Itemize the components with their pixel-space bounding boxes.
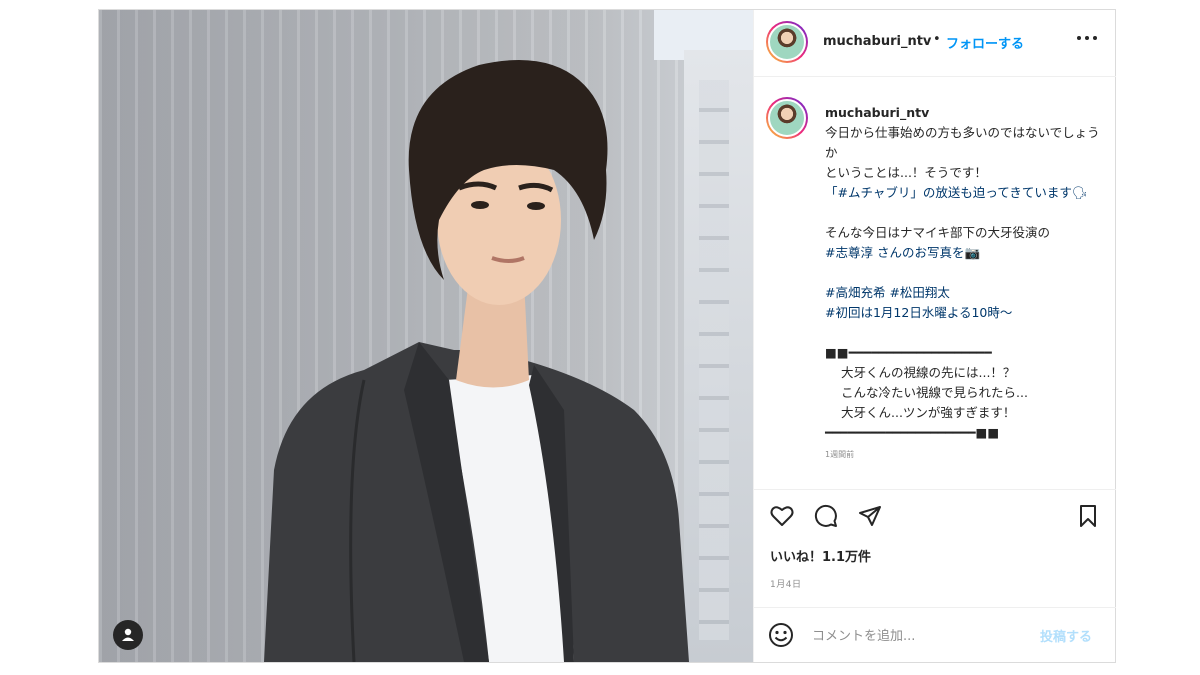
caption-line: 「#ムチャブリ」の放送も迫ってきています🗣 [825,185,1088,200]
instagram-post: muchaburi_ntv • フォローする muchaburi_ntv 今日か… [98,9,1116,663]
bookmark-icon[interactable] [1074,502,1102,530]
caption-gap [825,263,1105,283]
caption-line: #高畑充希 #松田翔太 [825,285,950,300]
caption-timestamp: 1週間前 [825,450,855,459]
header-separator: • [933,32,941,47]
caption-line: 大牙くん...ツンが強すぎます！ [841,405,1016,420]
caption-line: そんな今日はナマイキ部下の大牙役演の [825,225,1051,240]
avatar[interactable] [766,21,808,63]
comment-bar: 投稿する [754,607,1116,663]
caption-gap [825,203,1105,223]
smiley-icon[interactable] [768,622,794,648]
person-icon[interactable] [113,620,143,650]
action-bar: いいね！1.1万件 1月4日 [754,489,1116,606]
caption-username[interactable]: muchaburi_ntv [825,103,1105,123]
caption-area: muchaburi_ntv 今日から仕事始めの方も多いのではないでしょうかという… [754,77,1116,489]
caption-line: こんな冷たい視線で見られたら... [841,385,1028,400]
paper-plane-icon[interactable] [856,502,884,530]
post-header: muchaburi_ntv • フォローする [754,10,1116,77]
caption-avatar[interactable] [766,97,808,139]
caption-line: #初回は1月12日水曜よる10時〜 [825,305,1013,320]
caption-line: ━━━━━━━━━━━━━━━━━━━━■■ [825,425,1000,440]
comment-icon[interactable] [812,502,840,530]
caption-gap [825,323,1105,343]
caption-line: #志尊淳 さんのお写真を📷 [825,245,981,260]
more-horizontal-icon[interactable] [1076,35,1098,41]
photo-person [264,60,689,662]
caption-line: ということは...！そうです！ [825,165,987,180]
post-photo[interactable] [99,10,753,662]
post-comment-button[interactable]: 投稿する [1040,626,1092,645]
likes-count[interactable]: いいね！1.1万件 [770,546,871,565]
follow-button[interactable]: フォローする [946,33,1024,52]
comment-input[interactable] [810,623,1034,649]
heart-icon[interactable] [768,502,796,530]
header-username[interactable]: muchaburi_ntv [823,34,931,49]
caption: muchaburi_ntv 今日から仕事始めの方も多いのではないでしょうかという… [825,103,1105,461]
caption-line: 大牙くんの視線の先には...！？ [841,365,1016,380]
post-date[interactable]: 1月4日 [770,577,801,590]
caption-line: ■■━━━━━━━━━━━━━━━━━━━ [825,345,992,360]
caption-line: 今日から仕事始めの方も多いのではないでしょうか [825,125,1100,160]
caption-text: 今日から仕事始めの方も多いのではないでしょうかということは...！そうです！ 「#… [825,123,1105,443]
post-side-panel: muchaburi_ntv • フォローする muchaburi_ntv 今日か… [753,10,1116,662]
